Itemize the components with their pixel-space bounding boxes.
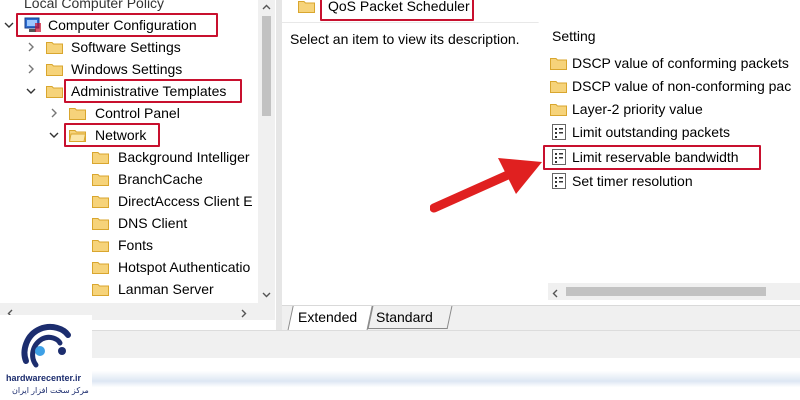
chevron-right-icon[interactable] xyxy=(25,63,37,75)
chevron-right-icon[interactable] xyxy=(48,107,60,119)
tree-item-local-computer-policy[interactable]: Local Computer Policy xyxy=(0,0,260,14)
policy-setting-icon xyxy=(552,124,566,146)
tree-item-label: Background Intelliger xyxy=(118,149,250,165)
tree-item-label: Fonts xyxy=(118,237,154,253)
tree-pane: Local Computer Policy Computer Configura… xyxy=(0,0,276,320)
scroll-left-icon[interactable] xyxy=(550,286,561,302)
folder-icon xyxy=(550,103,567,116)
tree-item-label: Control Panel xyxy=(95,105,180,121)
tree-item-label: DNS Client xyxy=(118,215,188,231)
highlight-box xyxy=(320,0,474,21)
red-arrow xyxy=(430,158,542,213)
highlight-box xyxy=(64,79,242,103)
tree-vertical-scrollbar[interactable] xyxy=(258,0,275,303)
folder-icon xyxy=(298,0,315,13)
watermark-tagline: مرکز سخت افزار ایران xyxy=(12,386,89,395)
tree-item-label: Software Settings xyxy=(71,39,181,55)
status-bar: 3 xyxy=(0,330,800,359)
folder-icon xyxy=(92,173,109,186)
chevron-down-icon[interactable] xyxy=(25,85,37,97)
tree-item-directaccess-client[interactable]: DirectAccess Client E xyxy=(0,190,258,212)
folder-icon xyxy=(46,85,63,98)
list-item[interactable]: DSCP value of non-conforming pac xyxy=(548,75,800,97)
list-item[interactable]: Layer-2 priority value xyxy=(548,98,800,120)
details-pane: QoS Packet Scheduler Select an item to v… xyxy=(282,0,800,305)
tree-item-software-settings[interactable]: Software Settings xyxy=(0,36,260,58)
tree-item-label: Lanman Server xyxy=(118,281,214,297)
tree-item-hotspot-authentication[interactable]: Hotspot Authenticatio xyxy=(0,256,258,278)
tree-item-dns-client[interactable]: DNS Client xyxy=(0,212,258,234)
list-horizontal-scrollbar[interactable] xyxy=(548,283,800,300)
scroll-up-icon[interactable] xyxy=(261,0,272,16)
watermark-logo: hardwarecenter.ir مرکز سخت افزار ایران xyxy=(0,315,92,400)
list-item[interactable]: Set timer resolution xyxy=(548,170,800,192)
tree-item-branchcache[interactable]: BranchCache xyxy=(0,168,258,190)
tree-item-label: Windows Settings xyxy=(71,61,183,77)
scroll-right-icon[interactable] xyxy=(238,306,249,322)
folder-icon xyxy=(92,261,109,274)
folder-icon xyxy=(92,217,109,230)
tree-item-label: Hotspot Authenticatio xyxy=(118,259,251,275)
folder-icon xyxy=(92,195,109,208)
window-bottom-edge xyxy=(0,358,800,400)
tree-item-label: BranchCache xyxy=(118,171,203,187)
folder-icon xyxy=(550,80,567,93)
settings-list: Setting DSCP value of conforming packets… xyxy=(538,16,800,305)
chevron-right-icon[interactable] xyxy=(25,41,37,53)
list-item-label: Set timer resolution xyxy=(572,173,693,189)
list-item[interactable]: DSCP value of conforming packets xyxy=(548,52,800,74)
folder-icon xyxy=(92,239,109,252)
highlight-box xyxy=(16,13,218,37)
folder-icon xyxy=(550,57,567,70)
tree-item-lanman-server[interactable]: Lanman Server xyxy=(0,278,258,300)
list-item-label: DSCP value of conforming packets xyxy=(572,55,789,71)
tree-item-label: Local Computer Policy xyxy=(24,0,165,11)
scroll-thumb[interactable] xyxy=(566,287,766,296)
folder-icon xyxy=(92,151,109,164)
description-text: Select an item to view its description. xyxy=(290,31,520,47)
view-tabs: Extended Standard xyxy=(282,305,800,331)
list-item-label: Layer-2 priority value xyxy=(572,101,703,117)
folder-icon xyxy=(46,63,63,76)
list-item-label: DSCP value of non-conforming pac xyxy=(572,78,792,94)
column-header-setting[interactable]: Setting xyxy=(552,28,596,44)
list-item[interactable]: Limit outstanding packets xyxy=(548,121,800,143)
policy-setting-icon xyxy=(552,173,566,195)
highlight-box xyxy=(64,123,160,147)
tree-item-control-panel[interactable]: Control Panel xyxy=(0,102,260,124)
tab-extended-label: Extended xyxy=(298,309,358,325)
hardwarecenter-logo xyxy=(21,323,71,368)
tab-standard-label: Standard xyxy=(376,309,433,325)
folder-icon xyxy=(92,283,109,296)
tree-item-fonts[interactable]: Fonts xyxy=(0,234,258,256)
folder-icon xyxy=(46,41,63,54)
scroll-thumb[interactable] xyxy=(262,16,271,116)
tree-item-background-intelligent[interactable]: Background Intelliger xyxy=(0,146,258,168)
folder-icon xyxy=(69,107,86,120)
highlight-box xyxy=(543,145,761,170)
chevron-down-icon[interactable] xyxy=(3,19,15,31)
watermark-site: hardwarecenter.ir xyxy=(6,373,82,383)
list-item-label: Limit outstanding packets xyxy=(572,124,730,140)
chevron-down-icon[interactable] xyxy=(48,129,60,141)
tree-item-windows-settings[interactable]: Windows Settings xyxy=(0,58,260,80)
tree-item-label: DirectAccess Client E xyxy=(118,193,253,209)
scroll-down-icon[interactable] xyxy=(261,287,272,303)
